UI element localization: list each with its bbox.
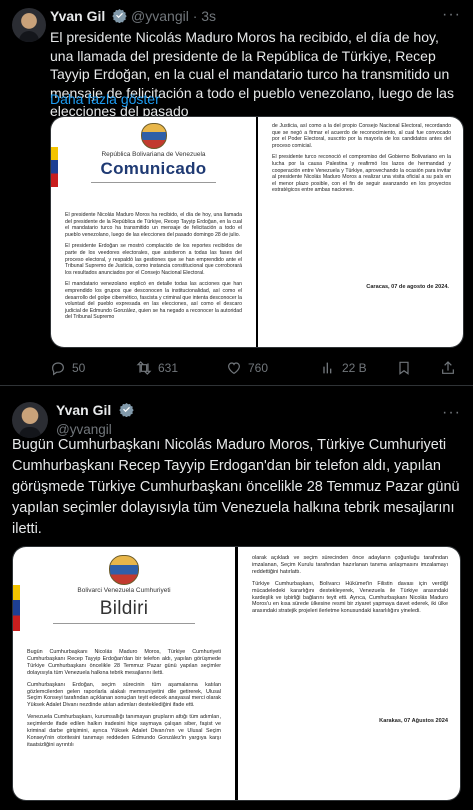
doc-paragraph: El mandatario venezolano explicó en deta… <box>65 281 242 321</box>
views-icon <box>323 362 332 374</box>
more-options-icon[interactable]: ··· <box>442 404 461 422</box>
tweet-1[interactable]: Yvan Gil @yvangil · 3s ··· El presidente… <box>0 0 473 386</box>
show-more-link[interactable]: Daha fazla göster <box>50 91 160 107</box>
media-image-right[interactable]: olarak açıkladı ve seçim sürecinden önce… <box>238 547 460 800</box>
doc-body: Bugün Cumhurbaşkanı Nicolás Maduro Moros… <box>27 649 221 754</box>
reply-count: 50 <box>72 361 86 375</box>
tweet-text: Bugün Cumhurbaşkanı Nicolás Maduro Moros… <box>12 437 460 537</box>
author-handle[interactable]: @yvangil <box>131 8 189 24</box>
media-image-left[interactable]: Bolivarci Venezuela Cumhuriyeti Bildiri … <box>13 547 235 800</box>
doc-body: de Justicia, así como a la del propio Co… <box>272 123 451 199</box>
author-avatar[interactable] <box>12 402 48 438</box>
doc-paragraph: Bugün Cumhurbaşkanı Nicolás Maduro Moros… <box>27 649 221 676</box>
tweet-2[interactable]: Yvan Gil @yvangil ··· Bugün Cumhurbaşkan… <box>0 386 473 810</box>
doc-paragraph: Cumhurbaşkanı Erdoğan, seçim sürecinin t… <box>27 681 221 709</box>
tweet-media[interactable]: República Bolivariana de Venezuela Comun… <box>50 116 464 348</box>
author-avatar[interactable] <box>12 8 46 42</box>
doc-date: Karakas, 07 Ağustos 2024 <box>379 718 448 724</box>
tweet-header: Yvan Gil @yvangil · 3s <box>50 8 216 24</box>
share-icon <box>442 361 454 374</box>
views-button[interactable]: 22 B <box>320 360 367 376</box>
doc-divider <box>91 182 216 183</box>
doc-paragraph: El presidente Nicolás Maduro Moros ha re… <box>65 212 242 238</box>
doc-title: Comunicado <box>100 159 207 178</box>
more-options-icon[interactable]: ··· <box>442 6 461 24</box>
tweet-header: Yvan Gil @yvangil <box>56 402 134 437</box>
doc-header: República Bolivariana de Venezuela Comun… <box>51 151 256 183</box>
doc-government: Bolivarci Venezuela Cumhuriyeti <box>77 587 171 594</box>
share-button[interactable] <box>440 360 456 376</box>
doc-paragraph: El presidente Erdoğan se mostró complaci… <box>65 243 242 276</box>
doc-paragraph: de Justicia, así como a la del propio Co… <box>272 123 451 149</box>
tweet-actions: 50 631 760 22 B <box>50 360 464 378</box>
doc-paragraph: Türkiye Cumhurbaşkanı, Bolivarcı Hükümet… <box>252 580 448 615</box>
bookmark-button[interactable] <box>396 360 412 376</box>
reply-button[interactable]: 50 <box>50 360 85 376</box>
doc-government: República Bolivariana de Venezuela <box>101 151 206 158</box>
views-count: 22 B <box>342 361 367 375</box>
doc-divider <box>53 623 195 624</box>
tweet-time[interactable]: · 3s <box>193 8 216 24</box>
retweet-count: 631 <box>158 361 179 375</box>
reply-icon <box>52 362 64 376</box>
bookmark-icon <box>399 361 409 375</box>
author-name[interactable]: Yvan Gil <box>50 8 105 24</box>
doc-header: Bolivarci Venezuela Cumhuriyeti Bildiri <box>13 587 235 624</box>
doc-body: olarak açıkladı ve seçim sürecinden önce… <box>252 555 448 620</box>
like-button[interactable]: 760 <box>226 360 268 376</box>
like-count: 760 <box>248 361 269 375</box>
author-name[interactable]: Yvan Gil <box>56 402 111 418</box>
retweet-button[interactable]: 631 <box>136 360 178 376</box>
tweet-media[interactable]: Bolivarci Venezuela Cumhuriyeti Bildiri … <box>12 546 461 801</box>
doc-date: Caracas, 07 de agosto de 2024. <box>366 284 449 290</box>
doc-paragraph: Venezuela Cumhurbaşkanı, kurumsallığı ta… <box>27 714 221 748</box>
coat-of-arms-icon <box>109 555 139 585</box>
heart-icon <box>228 362 240 375</box>
doc-body: El presidente Nicolás Maduro Moros ha re… <box>65 212 242 326</box>
doc-title: Bildiri <box>99 598 149 619</box>
verified-badge-icon <box>119 402 134 417</box>
verified-badge-icon <box>112 8 127 23</box>
doc-paragraph: El presidente turco reconoció el comprom… <box>272 154 451 194</box>
media-image-right[interactable]: de Justicia, así como a la del propio Co… <box>258 117 463 347</box>
coat-of-arms-icon <box>140 123 167 149</box>
doc-paragraph: olarak açıkladı ve seçim sürecinden önce… <box>252 555 448 575</box>
media-image-left[interactable]: República Bolivariana de Venezuela Comun… <box>51 117 256 347</box>
retweet-icon <box>136 361 152 375</box>
